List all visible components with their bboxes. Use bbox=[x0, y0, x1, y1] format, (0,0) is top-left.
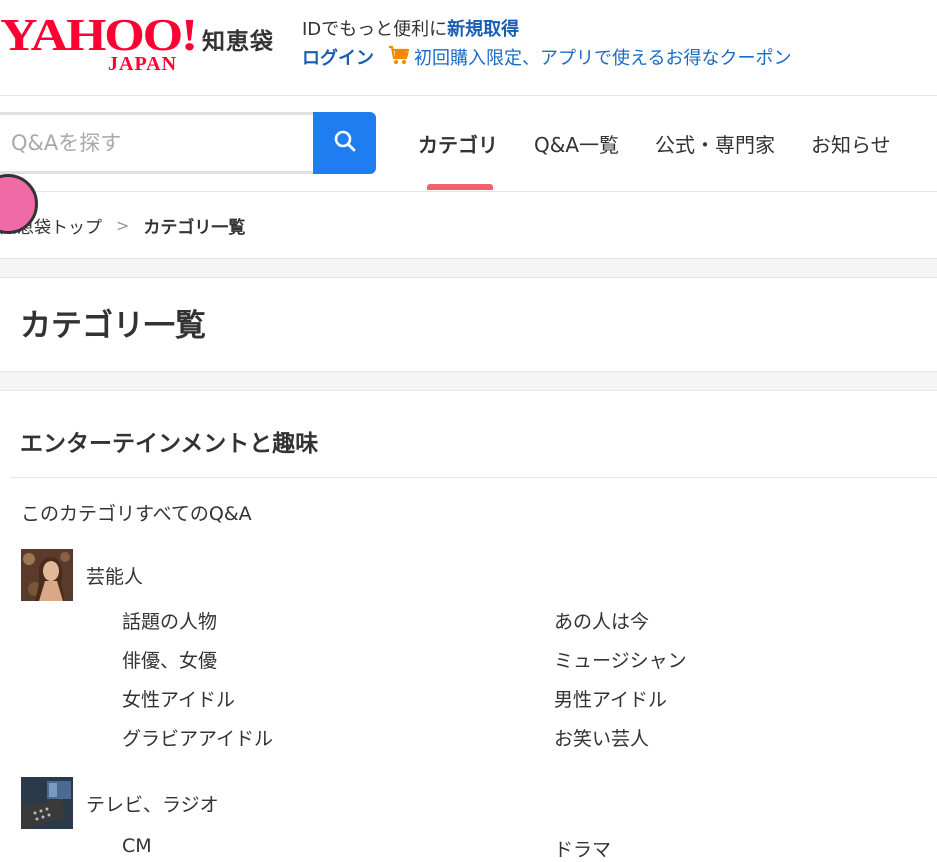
breadcrumb: 知恵袋トップ > カテゴリ一覧 bbox=[0, 192, 937, 259]
divider bbox=[10, 477, 937, 478]
search-nav-bar: カテゴリ Q&A一覧 公式・専門家 お知らせ bbox=[0, 95, 937, 192]
subcategory-link[interactable]: 男性アイドル bbox=[554, 685, 667, 712]
section-spacer bbox=[0, 372, 937, 391]
tv-remote-thumbnail[interactable] bbox=[21, 777, 73, 829]
subcategory-link[interactable]: ドラマ bbox=[554, 835, 611, 862]
tab-notices[interactable]: お知らせ bbox=[811, 129, 891, 158]
subcategory-link[interactable]: グラビアアイドル bbox=[122, 724, 273, 751]
page-title-box: カテゴリ一覧 bbox=[0, 278, 937, 372]
signup-link[interactable]: 新規取得 bbox=[447, 19, 519, 40]
section-title: エンターテインメントと趣味 bbox=[20, 431, 319, 457]
tab-qa-list[interactable]: Q&A一覧 bbox=[534, 129, 619, 158]
tab-official-experts[interactable]: 公式・専門家 bbox=[655, 129, 775, 158]
tab-category[interactable]: カテゴリ bbox=[418, 129, 498, 158]
search-icon bbox=[333, 129, 357, 157]
active-tab-indicator bbox=[427, 184, 493, 190]
subcategory-link[interactable]: ミュージシャン bbox=[554, 646, 687, 673]
breadcrumb-separator: > bbox=[116, 215, 130, 235]
svg-text:JAPAN: JAPAN bbox=[108, 53, 177, 72]
category-tv-radio[interactable]: テレビ、ラジオ bbox=[86, 790, 219, 817]
cart-icon bbox=[388, 45, 410, 70]
service-name: 知恵袋 bbox=[202, 29, 274, 55]
signup-promo: IDでもっと便利に新規取得 bbox=[302, 15, 519, 41]
login-coupon-row: ログイン 初回購入限定、アプリで使えるお得なクーポン bbox=[302, 44, 791, 70]
header: YAHOO! JAPAN 知恵袋 IDでもっと便利に新規取得 ログイン 初回購入… bbox=[0, 0, 937, 96]
category-section: エンターテインメントと趣味 このカテゴリすべてのQ&A 芸能人 話題の人物 あの… bbox=[0, 391, 937, 861]
search-button[interactable] bbox=[313, 112, 376, 174]
all-qa-link[interactable]: このカテゴリすべてのQ&A bbox=[21, 499, 252, 526]
main-nav: カテゴリ Q&A一覧 公式・専門家 お知らせ bbox=[400, 112, 927, 174]
category-celebrity[interactable]: 芸能人 bbox=[86, 562, 143, 589]
subcategory-link[interactable]: 俳優、女優 bbox=[122, 646, 217, 673]
section-spacer bbox=[0, 259, 937, 278]
coupon-link[interactable]: 初回購入限定、アプリで使えるお得なクーポン bbox=[414, 44, 791, 70]
celebrity-thumbnail[interactable] bbox=[21, 549, 73, 601]
subcategory-link[interactable]: 女性アイドル bbox=[122, 685, 235, 712]
subcategory-link[interactable]: 話題の人物 bbox=[122, 607, 217, 634]
login-link[interactable]: ログイン bbox=[302, 44, 374, 70]
signup-promo-text: IDでもっと便利に bbox=[302, 19, 448, 40]
subcategory-link[interactable]: CM bbox=[122, 835, 152, 857]
breadcrumb-current: カテゴリ一覧 bbox=[143, 217, 246, 238]
yahoo-japan-logo[interactable]: YAHOO! JAPAN bbox=[0, 10, 200, 72]
page-title: カテゴリ一覧 bbox=[20, 308, 206, 344]
subcategory-link[interactable]: あの人は今 bbox=[554, 607, 649, 634]
subcategory-link[interactable]: お笑い芸人 bbox=[554, 724, 649, 751]
search-input[interactable] bbox=[0, 112, 313, 174]
